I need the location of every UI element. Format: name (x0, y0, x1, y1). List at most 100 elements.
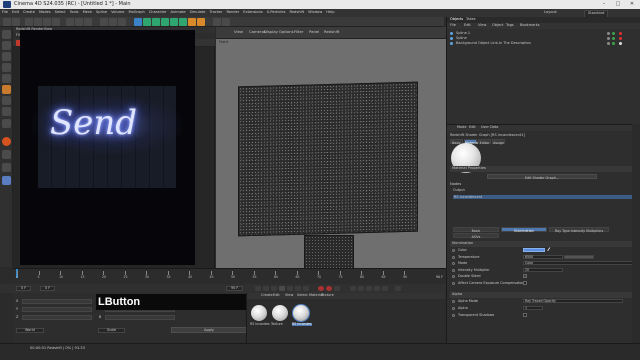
keyframe-radio[interactable] (452, 300, 455, 303)
am-subtab-illumination[interactable]: Illumination (501, 227, 547, 233)
scale-key-icon[interactable] (358, 286, 364, 291)
workplane-icon[interactable] (2, 119, 11, 128)
visibility-dot[interactable] (607, 42, 610, 45)
render-view-icon[interactable] (100, 18, 108, 26)
render-icon[interactable] (109, 18, 117, 26)
points-mode-icon[interactable] (2, 52, 11, 61)
timeline[interactable]: 0 5 10 15 20 25 30 35 40 45 50 55 60 65 70 75 80 85 90 90 … (13, 268, 446, 284)
menu-item-mograph[interactable]: MoGraph (126, 9, 146, 15)
menu-item-volume[interactable]: Volume (109, 9, 126, 15)
menu-item-animate[interactable]: Animate (169, 9, 188, 15)
field-value[interactable]: Color (523, 261, 633, 265)
menu-item-help[interactable]: Help (324, 9, 336, 15)
close-icon[interactable]: ✕ (625, 1, 639, 8)
next-key-icon[interactable] (295, 286, 301, 291)
viewport-menu-filter[interactable]: Filter (294, 30, 303, 34)
object-name[interactable]: Background Object Link-In The Descriptio… (456, 41, 531, 46)
material-name[interactable]: RS Incandes (292, 322, 312, 327)
camera-icon[interactable] (188, 18, 196, 26)
checkbox[interactable] (523, 280, 527, 285)
field-value[interactable]: 6500 (523, 254, 563, 259)
am-menu-edit[interactable]: Edit (469, 125, 476, 130)
redshift-icon[interactable] (213, 18, 221, 26)
menu-item-simulate[interactable]: Simulate (188, 9, 208, 15)
sign-board[interactable] (238, 81, 418, 237)
menu-item-edit[interactable]: Edit (10, 9, 21, 15)
render-dot[interactable] (612, 42, 615, 45)
keyframe-radio[interactable] (452, 249, 455, 252)
timeline-settings-icon[interactable] (395, 286, 401, 291)
viewport-menu-redshift[interactable]: Redshift (324, 30, 339, 34)
temperature-slider[interactable] (564, 254, 594, 259)
menu-item-modes[interactable]: Modes (37, 9, 53, 15)
keyframe-selection-icon[interactable] (334, 286, 340, 291)
start-frame-field[interactable]: 0 F (16, 286, 32, 292)
menu-item-xparticles[interactable]: X-Particles (265, 9, 288, 15)
texture-mode-icon[interactable] (2, 41, 11, 50)
menu-item-create[interactable]: Create (21, 9, 37, 15)
next-frame-icon[interactable] (287, 286, 293, 291)
keyframe-radio[interactable] (452, 307, 455, 310)
viewport-menu-options[interactable]: Options (279, 30, 294, 34)
object-row[interactable]: Background Object Link-In The Descriptio… (447, 41, 640, 46)
menu-item-render[interactable]: Render (224, 9, 241, 15)
field-value[interactable]: Ray Traced Opacity (523, 299, 623, 303)
material-thumbnail[interactable] (293, 305, 309, 321)
coord-field[interactable] (105, 315, 175, 320)
parameter-key-icon[interactable] (374, 286, 380, 291)
scale-icon[interactable] (43, 18, 51, 26)
am-menu-mode[interactable]: Mode (457, 125, 467, 130)
end-frame-field[interactable]: 90 F (226, 286, 244, 292)
redshift-light-icon[interactable] (222, 18, 230, 26)
python-icon[interactable] (2, 176, 11, 185)
play-icon[interactable] (279, 286, 285, 291)
keyframe-radio[interactable] (452, 255, 455, 259)
floor-icon[interactable] (179, 18, 187, 26)
material-menu-select[interactable]: Select (297, 293, 308, 298)
menu-item-tools[interactable]: Tools (68, 9, 81, 15)
bitcoin-icon[interactable] (2, 137, 11, 146)
coord-mode-dropdown[interactable]: World (16, 328, 44, 334)
record-icon[interactable] (318, 286, 324, 291)
pen-icon[interactable] (143, 18, 151, 26)
viewport-menu-display[interactable]: Display (264, 30, 278, 34)
material-name[interactable]: RS Incandes (250, 322, 270, 326)
menu-item-window[interactable]: Window (306, 9, 324, 15)
om-tab-takes[interactable]: Takes (466, 17, 476, 22)
edges-mode-icon[interactable] (2, 63, 11, 72)
object-name[interactable]: Spline.1 (456, 31, 470, 36)
uv-mode-icon[interactable] (2, 85, 11, 94)
om-menu-object[interactable]: Object (492, 23, 503, 28)
light-icon[interactable] (197, 18, 205, 26)
deformer-icon[interactable] (170, 18, 178, 26)
grid-icon[interactable] (2, 163, 11, 172)
checkbox[interactable] (523, 313, 527, 317)
position-key-icon[interactable] (350, 286, 356, 291)
cube-icon[interactable] (134, 18, 142, 26)
menu-item-tracker[interactable]: Tracker (208, 9, 225, 15)
keyframe-radio[interactable] (452, 281, 455, 285)
field-value[interactable]: 20 (523, 267, 563, 272)
keyframe-radio[interactable] (452, 275, 455, 278)
prev-frame-icon[interactable] (271, 286, 277, 291)
am-subtab-basic[interactable]: Basic (453, 227, 499, 233)
material-menu-view[interactable]: View (285, 293, 293, 298)
material-menu-texture[interactable]: Texture (321, 293, 334, 298)
cloner-icon[interactable] (161, 18, 169, 26)
color-swatch[interactable] (523, 248, 545, 252)
am-tab-assign[interactable]: Assign (492, 139, 505, 145)
axis-z-icon[interactable] (84, 18, 92, 26)
axis-y-icon[interactable] (75, 18, 83, 26)
material-thumbnail[interactable] (272, 305, 288, 321)
render-dot[interactable] (612, 32, 615, 35)
material-menu-edit[interactable]: Edit (273, 293, 280, 298)
keyframe-radio[interactable] (452, 262, 455, 265)
object-name[interactable]: Spline (456, 36, 467, 41)
menu-item-extensions[interactable]: Extensions (241, 9, 265, 15)
rotation-key-icon[interactable] (366, 286, 372, 291)
render-dot[interactable] (612, 37, 615, 40)
redo-icon[interactable] (12, 18, 20, 26)
go-to-end-icon[interactable] (303, 286, 309, 291)
pla-key-icon[interactable] (382, 286, 388, 291)
render-settings-icon[interactable] (118, 18, 126, 26)
